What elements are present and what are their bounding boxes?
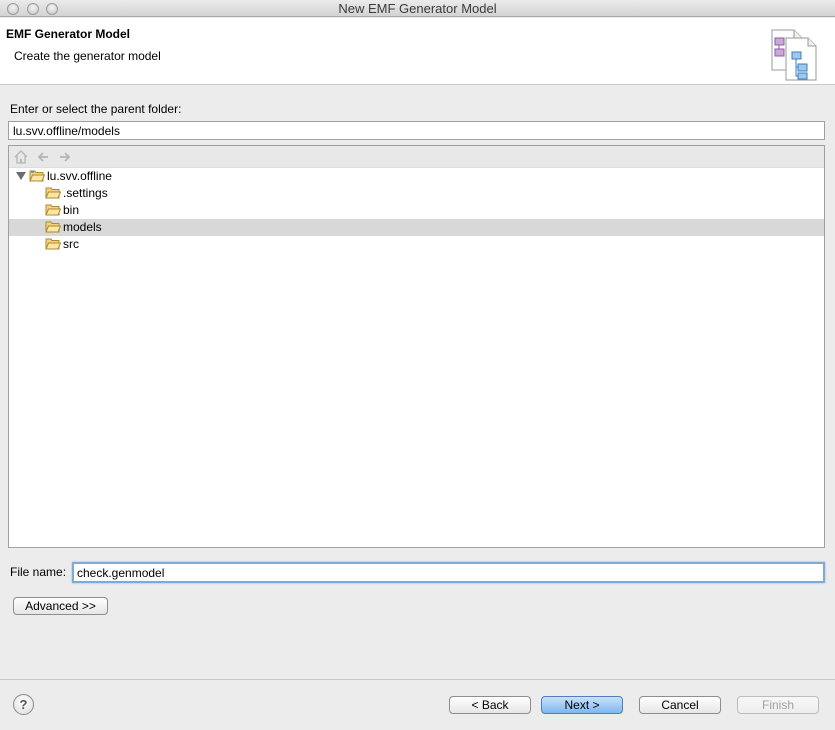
window-titlebar: New EMF Generator Model (0, 0, 835, 17)
tree-item-label: lu.svv.offline (47, 169, 112, 183)
folder-tree[interactable]: lu.svv.offline .settings bin models src (8, 145, 825, 548)
tree-item-label: bin (63, 203, 80, 217)
file-name-label: File name: (10, 565, 67, 579)
parent-folder-input[interactable] (8, 121, 825, 140)
finish-button: Finish (737, 696, 819, 714)
tree-item-src[interactable]: src (9, 236, 824, 253)
tree-item-label: .settings (63, 186, 108, 200)
wizard-description: Create the generator model (14, 49, 161, 63)
back-arrow-icon[interactable] (35, 149, 51, 165)
back-button[interactable]: < Back (449, 696, 531, 714)
help-icon[interactable]: ? (13, 694, 34, 715)
tree-item-models[interactable]: models (9, 219, 824, 236)
tree-item-settings[interactable]: .settings (9, 185, 824, 202)
folder-icon (45, 204, 61, 216)
file-name-input[interactable] (72, 562, 825, 583)
tree-toolbar (9, 146, 824, 168)
folder-icon (45, 221, 61, 233)
forward-arrow-icon[interactable] (57, 149, 73, 165)
window-title: New EMF Generator Model (338, 1, 497, 16)
cancel-button[interactable]: Cancel (639, 696, 721, 714)
tree-item-bin[interactable]: bin (9, 202, 824, 219)
tree-item-root[interactable]: lu.svv.offline (9, 168, 824, 185)
wizard-header: EMF Generator Model Create the generator… (0, 18, 835, 85)
folder-icon (45, 187, 61, 199)
next-button[interactable]: Next > (541, 696, 623, 714)
tree-item-label: models (63, 220, 102, 234)
new-genmodel-wizard-icon (771, 29, 817, 81)
disclosure-triangle-icon[interactable] (16, 171, 26, 181)
wizard-title: EMF Generator Model (6, 27, 131, 41)
advanced-button[interactable]: Advanced >> (13, 597, 108, 615)
footer-separator (0, 679, 835, 680)
open-project-folder-icon (29, 170, 45, 182)
tree-item-label: src (63, 237, 79, 251)
parent-folder-label: Enter or select the parent folder: (10, 102, 182, 116)
home-icon[interactable] (13, 149, 29, 165)
folder-icon (45, 238, 61, 250)
